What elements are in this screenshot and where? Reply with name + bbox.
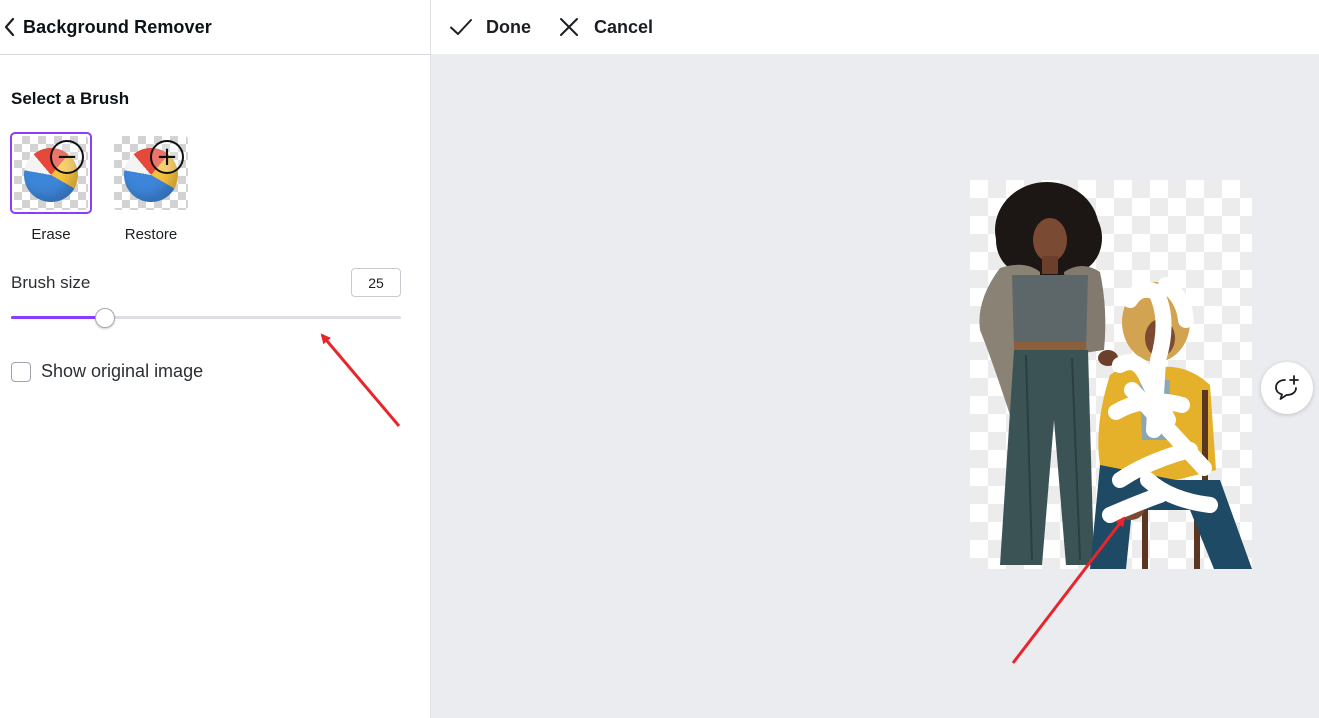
editing-canvas[interactable] bbox=[431, 54, 1319, 718]
done-label: Done bbox=[486, 16, 531, 37]
erase-brush-thumbnail: − bbox=[10, 132, 92, 214]
done-button[interactable]: Done bbox=[449, 0, 531, 54]
minus-circle-icon: − bbox=[50, 140, 84, 174]
cancel-button[interactable]: Cancel bbox=[557, 0, 653, 54]
transparency-checker: + bbox=[114, 136, 188, 210]
brush-size-label: Brush size bbox=[11, 273, 91, 292]
add-comment-icon bbox=[1275, 375, 1299, 400]
panel-title: Background Remover bbox=[23, 16, 212, 37]
brush-size-slider[interactable] bbox=[11, 307, 401, 329]
close-icon bbox=[560, 18, 578, 36]
slider-fill bbox=[11, 316, 105, 319]
photo-being-edited[interactable] bbox=[970, 180, 1252, 569]
slider-thumb[interactable] bbox=[94, 308, 115, 328]
restore-label: Restore bbox=[124, 226, 178, 243]
background-remover-panel: Background Remover Select a Brush − Eras… bbox=[0, 0, 431, 718]
show-original-checkbox[interactable] bbox=[11, 361, 31, 382]
section-title: Select a Brush bbox=[11, 89, 130, 108]
transparency-checker: − bbox=[14, 136, 88, 210]
plus-circle-icon: + bbox=[150, 140, 184, 174]
two-women-photo bbox=[979, 182, 1252, 569]
panel-header: Background Remover bbox=[0, 0, 430, 55]
chevron-left-icon bbox=[4, 17, 15, 37]
restore-brush-button[interactable]: + Restore bbox=[110, 132, 192, 243]
show-original-toggle[interactable]: Show original image bbox=[11, 361, 203, 382]
cancel-label: Cancel bbox=[594, 16, 654, 37]
show-original-label: Show original image bbox=[41, 361, 204, 381]
checkmark-icon bbox=[450, 19, 472, 35]
erase-label: Erase bbox=[31, 226, 71, 243]
brush-size-input[interactable] bbox=[351, 268, 401, 297]
back-button[interactable]: Background Remover bbox=[0, 0, 212, 54]
add-comment-button[interactable] bbox=[1261, 362, 1313, 414]
editor-toolbar: Done Cancel bbox=[431, 0, 1319, 54]
restore-brush-thumbnail: + bbox=[110, 132, 192, 214]
erase-brush-button[interactable]: − Erase bbox=[10, 132, 92, 243]
